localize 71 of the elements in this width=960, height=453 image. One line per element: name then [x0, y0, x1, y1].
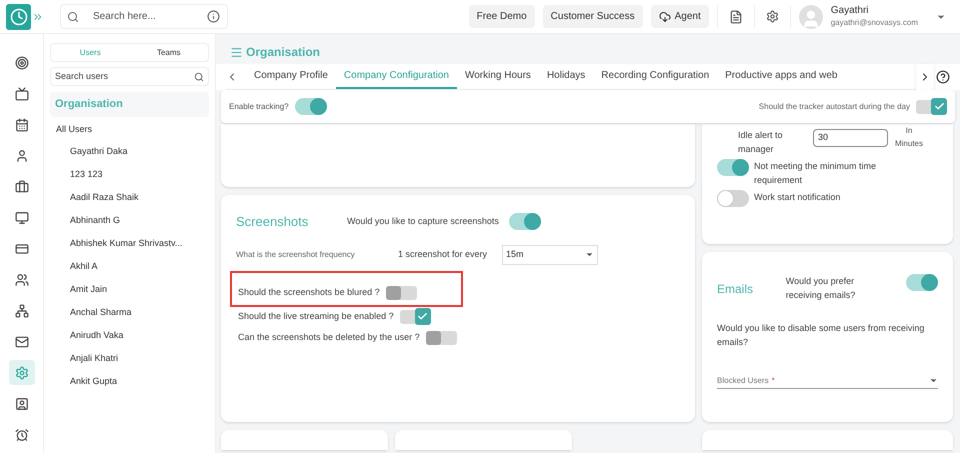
prefer-label: Would you prefer receiving emails? — [786, 275, 856, 302]
user-search-input[interactable]: Search users — [55, 70, 194, 84]
user-item[interactable]: Anirudh Vaka — [50, 324, 209, 347]
toggle-switch[interactable] — [400, 310, 431, 324]
disable-question: Would you like to disable some users from receiving emails? — [717, 322, 926, 349]
section-title: Emails — [717, 281, 754, 298]
toggle-switch[interactable] — [294, 98, 327, 115]
every-label: 1 screenshot for every — [398, 248, 488, 261]
info-icon[interactable] — [207, 10, 220, 23]
toggle-switch[interactable] — [916, 100, 947, 114]
help-icon[interactable] — [936, 70, 950, 84]
capture-label: Would you like to capture screenshots — [347, 215, 499, 228]
settings-icon[interactable] — [766, 10, 779, 23]
page-title: Organisation — [246, 44, 320, 61]
caret-icon — [929, 376, 938, 385]
users-tab[interactable]: Teams — [130, 46, 208, 58]
option-label: Should the screenshots be blured ? — [238, 286, 380, 299]
user-item[interactable]: Abhinanth G — [50, 209, 209, 232]
page-tab[interactable]: Holidays — [538, 64, 594, 89]
search-icon — [194, 72, 204, 82]
toggle-switch[interactable] — [717, 159, 749, 176]
page-tab[interactable]: Productive apps and web — [717, 64, 846, 89]
page-tab[interactable]: Company Profile — [246, 64, 336, 89]
page-tab[interactable]: Working Hours — [456, 64, 539, 89]
user-email: gayathri@snovasys.com — [830, 18, 918, 28]
user-item[interactable]: Abhishek Kumar Shrivastv... — [50, 232, 209, 255]
field-label: Blocked Users — [717, 374, 769, 386]
toggle-switch[interactable] — [717, 190, 749, 207]
frequency-select[interactable]: 15m — [502, 244, 598, 264]
search-field[interactable]: Search here... — [60, 4, 228, 29]
toggle-switch[interactable] — [386, 286, 417, 300]
user-item[interactable]: Ankit Gupta — [50, 370, 209, 393]
check-icon — [934, 100, 944, 112]
option-label: Can the screenshots be deleted by the user ? — [238, 331, 420, 344]
check-icon — [417, 311, 428, 322]
page-tab[interactable]: Recording Configuration — [593, 64, 718, 89]
user-item[interactable]: Akhil A — [50, 255, 209, 278]
user-item[interactable]: Gayathri Daka — [50, 140, 209, 163]
alert-label: Not meeting the minimum time requirement — [754, 160, 878, 187]
cloud-download-icon — [658, 10, 671, 22]
unit-label: In Minutes — [894, 125, 924, 150]
agent-button[interactable]: Agent — [650, 5, 709, 28]
tracking-label: Enable tracking? — [229, 100, 289, 112]
document-icon[interactable] — [728, 10, 743, 24]
caret-icon — [585, 250, 594, 259]
app-logo-icon[interactable] — [6, 4, 32, 30]
header-button[interactable]: Free Demo — [468, 5, 535, 28]
user-item[interactable]: 123 123 — [50, 163, 209, 186]
toggle-switch[interactable] — [426, 331, 457, 345]
alert-label: Work start notification — [754, 191, 842, 204]
frequency-label: What is the screenshot frequency — [236, 248, 356, 260]
search-icon — [67, 10, 79, 22]
section-title: Screenshots — [236, 213, 310, 231]
autostart-label: Should the tracker autostart during the day — [758, 100, 910, 112]
option-label: Should the live streaming be enabled ? — [238, 310, 394, 324]
user-item[interactable]: Aadil Raza Shaik — [50, 186, 209, 209]
blocked-users-select[interactable]: Blocked Users * — [717, 373, 938, 389]
idle-minutes-field[interactable]: 30 — [813, 129, 888, 147]
user-item[interactable]: Amit Jain — [50, 278, 209, 301]
all-users-item[interactable]: All Users — [50, 123, 209, 140]
search-input[interactable]: Search here... — [93, 9, 193, 24]
scroll-right-icon[interactable] — [916, 64, 934, 90]
user-search-field[interactable]: Search users — [50, 67, 209, 86]
user-item[interactable]: Anchal Sharma — [50, 301, 209, 324]
idle-alert-label: Idle alert to manager — [738, 129, 784, 156]
required-mark: * — [772, 374, 775, 386]
toggle-switch[interactable] — [906, 274, 938, 291]
user-item[interactable]: Anjali Khatri — [50, 347, 209, 370]
user-name: Gayathri — [830, 5, 870, 18]
header-button[interactable]: Customer Success — [542, 5, 643, 28]
toggle-switch[interactable] — [508, 213, 541, 230]
